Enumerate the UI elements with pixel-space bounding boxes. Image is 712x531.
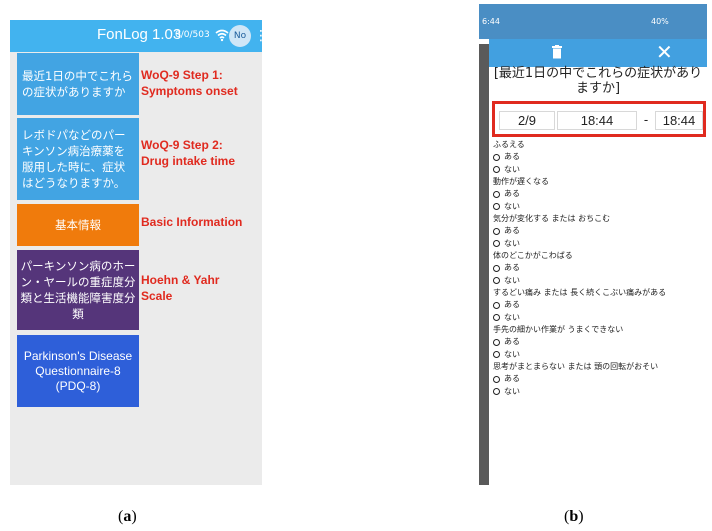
radio-circle-icon (493, 388, 500, 396)
app-header: FonLog 1.03 0/0/503 No ⋮ (10, 20, 262, 52)
radio-yes[interactable]: ある (493, 299, 705, 312)
pdq8-button[interactable]: Parkinson's Disease Questionnaire-8 (PDQ… (17, 335, 139, 407)
trash-icon[interactable] (551, 45, 563, 59)
radio-circle-icon (493, 153, 500, 161)
annotation-woq-step1: WoQ-9 Step 1: Symptoms onset (141, 68, 238, 98)
radio-no[interactable]: ない (493, 275, 705, 288)
overflow-menu-icon[interactable]: ⋮ (254, 26, 262, 46)
date-field[interactable]: 2/9 (499, 111, 555, 130)
datetime-row: 2/9 18:44 - 18:44 (492, 101, 706, 137)
radio-label: ある (504, 189, 520, 198)
dialog-toolbar: ✕ (489, 39, 707, 67)
symptom-question: するどい痛み または 長く続くこぶい痛みがある (493, 288, 667, 297)
radio-label: ない (504, 312, 520, 322)
radio-label: ある (504, 300, 520, 309)
caption-a: (a) (118, 508, 137, 525)
annotation-basic-info: Basic Information (141, 215, 243, 229)
radio-circle-icon (493, 277, 500, 285)
status-bar: 6:44 40% (479, 4, 707, 39)
radio-label: ない (504, 238, 520, 248)
caption-b: (b) (564, 508, 584, 525)
radio-label: ない (504, 349, 520, 359)
time-separator: - (643, 112, 649, 127)
radio-circle-icon (493, 375, 500, 383)
radio-label: ある (504, 226, 520, 235)
app-title: FonLog 1.03 (97, 26, 182, 43)
symptom-question: 気分が変化する または おちこむ (493, 214, 611, 223)
radio-label: ある (504, 337, 520, 346)
radio-no[interactable]: ない (493, 201, 705, 214)
radio-circle-icon (493, 227, 500, 235)
radio-label: ある (504, 152, 520, 161)
annotation-woq-step2: WoQ-9 Step 2: Drug intake time (141, 138, 236, 168)
symptom-question: 手先の細かい作業が うまくできない (493, 325, 624, 334)
symptom-list: ふるえる ある ない 動作が遅くなる ある ない 気分が変化する または おちこむ ある ない体… (493, 139, 705, 398)
symptom-question: ふるえる (493, 140, 525, 149)
symptom-question: 動作が遅くなる (493, 177, 549, 186)
radio-circle-icon (493, 351, 500, 359)
radio-no[interactable]: ない (493, 349, 705, 362)
radio-label: ない (504, 164, 520, 174)
fonlog-app-screen: FonLog 1.03 0/0/503 No ⋮ 最近1日の中でこれらの症状があ… (10, 20, 262, 485)
question-title: [最近1日の中でこれらの症状がありますか] (493, 66, 703, 96)
radio-yes[interactable]: ある (493, 151, 705, 164)
radio-label: ある (504, 263, 520, 272)
radio-yes[interactable]: ある (493, 336, 705, 349)
user-avatar[interactable]: No (229, 25, 251, 47)
questionnaire-screen: 6:44 40% ✕ [最近1日の中でこれらの症状がありますか] 2/9 18:… (479, 4, 707, 485)
radio-yes[interactable]: ある (493, 188, 705, 201)
radio-no[interactable]: ない (493, 164, 705, 177)
radio-label: ない (504, 201, 520, 211)
radio-circle-icon (493, 190, 500, 198)
radio-no[interactable]: ない (493, 238, 705, 251)
radio-no[interactable]: ない (493, 386, 705, 399)
symptom-question: 思考がまとまらない または 頭の回転がおそい (493, 362, 659, 371)
radio-yes[interactable]: ある (493, 225, 705, 238)
background-strip (479, 44, 489, 485)
radio-circle-icon (493, 338, 500, 346)
radio-circle-icon (493, 203, 500, 211)
symptom-question: 体のどこかがこわばる (493, 251, 573, 260)
radio-circle-icon (493, 166, 500, 174)
wifi-icon (215, 29, 229, 42)
radio-label: ない (504, 386, 520, 396)
close-icon[interactable]: ✕ (656, 41, 673, 63)
radio-label: ある (504, 374, 520, 383)
battery-level: 40% (651, 17, 669, 26)
record-counter: 0/0/503 (175, 30, 210, 40)
radio-yes[interactable]: ある (493, 373, 705, 386)
radio-no[interactable]: ない (493, 312, 705, 325)
radio-circle-icon (493, 240, 500, 248)
radio-circle-icon (493, 314, 500, 322)
start-time-field[interactable]: 18:44 (557, 111, 637, 130)
radio-circle-icon (493, 301, 500, 309)
drug-intake-button[interactable]: レボドパなどのパーキンソン病治療薬を服用した時に、症状はどうなりますか。 (17, 118, 139, 200)
radio-yes[interactable]: ある (493, 262, 705, 275)
annotation-hoehn-yahr: Hoehn & Yahr Scale (141, 273, 220, 303)
radio-circle-icon (493, 264, 500, 272)
radio-label: ない (504, 275, 520, 285)
end-time-field[interactable]: 18:44 (655, 111, 703, 130)
symptoms-onset-button[interactable]: 最近1日の中でこれらの症状がありますか (17, 53, 139, 115)
status-time: 6:44 (482, 17, 500, 26)
hoehn-yahr-button[interactable]: パーキンソン病のホーン・ヤールの重症度分類と生活機能障害度分類 (17, 250, 139, 330)
basic-info-button[interactable]: 基本情報 (17, 204, 139, 246)
